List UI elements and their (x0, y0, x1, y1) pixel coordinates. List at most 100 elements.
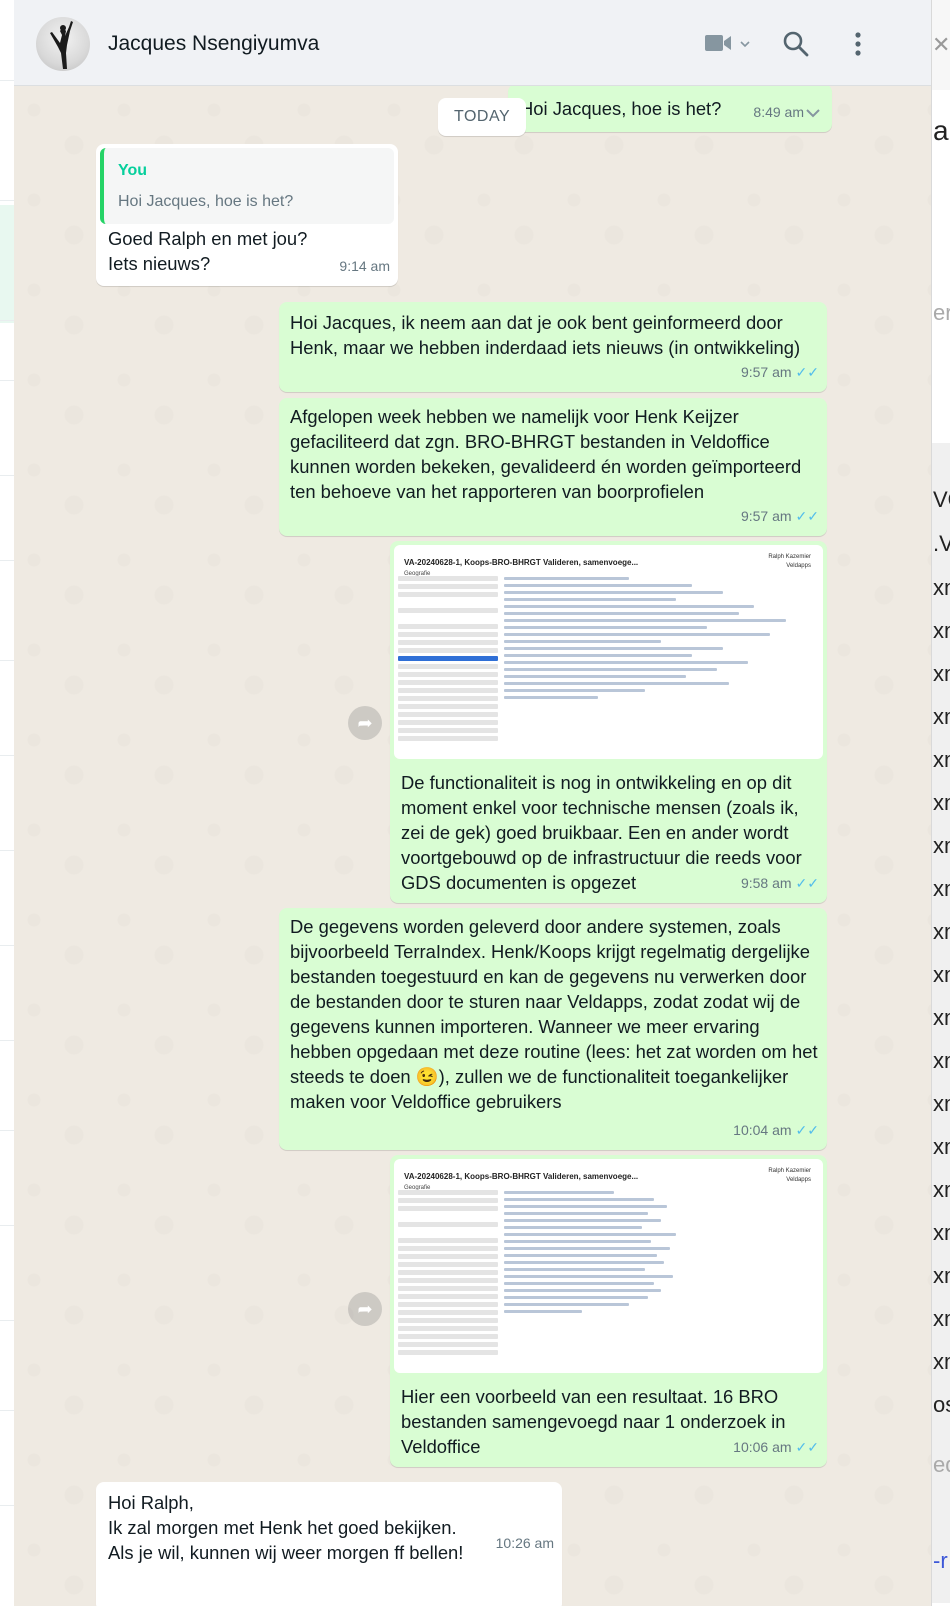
video-call-icon[interactable] (704, 32, 732, 59)
panel-fragment: xm (933, 704, 950, 729)
divider (0, 320, 14, 321)
message-incoming[interactable]: Hoi Ralph, Ik zal morgen met Henk het go… (96, 1482, 562, 1606)
image-user-name: Ralph Kazemier (768, 1168, 811, 1174)
chat-header: Jacques Nsengiyumva (14, 0, 931, 86)
divider (0, 945, 14, 946)
divider (0, 660, 14, 661)
image-title: VA-20240628-1, Koops-BRO-BHRGT Valideren… (404, 558, 639, 567)
message-outgoing[interactable]: Hoi Jacques, hoe is het? 8:49 am (508, 84, 832, 132)
message-time: 10:04 am ✓✓ (733, 1118, 819, 1143)
panel-fragment: xm (933, 661, 950, 686)
message-timestamp: 9:57 am (740, 508, 792, 524)
panel-fragment: xm (933, 790, 950, 815)
image-sidebar (398, 1187, 498, 1365)
divider (0, 380, 14, 381)
image-user: Ralph Kazemier Veldapps (768, 1167, 811, 1185)
message-incoming[interactable]: You Hoi Jacques, hoe is het? Goed Ralph … (96, 144, 398, 286)
panel-fragment: xm (933, 618, 950, 643)
menu-icon[interactable] (854, 30, 862, 63)
image-thumbnail[interactable]: VA-20240628-1, Koops-BRO-BHRGT Valideren… (394, 1159, 823, 1373)
message-time: 9:57 am ✓✓ (741, 360, 819, 385)
image-sidebar (398, 573, 498, 751)
panel-fragment: .V (933, 531, 950, 556)
quoted-message[interactable]: You Hoi Jacques, hoe is het? (100, 148, 394, 224)
left-sidebar-strip (0, 0, 15, 1606)
divider (0, 755, 14, 756)
divider (0, 475, 14, 476)
panel-fragment: xm (933, 876, 950, 901)
read-ticks-icon: ✓✓ (795, 364, 819, 380)
panel-fragment: xm (933, 962, 950, 987)
panel-fragment[interactable]: -r (933, 1548, 948, 1574)
divider (0, 200, 14, 201)
panel-fragment: ed (933, 1452, 950, 1477)
message-text: Goed Ralph en met jou? Iets nieuws? (108, 228, 308, 274)
panel-fragment: xm (933, 1306, 950, 1331)
message-time: 10:26 am (496, 1531, 554, 1556)
person-silhouette-icon (50, 21, 73, 69)
divider (0, 1505, 14, 1506)
read-ticks-icon: ✓✓ (795, 1122, 819, 1138)
close-icon[interactable]: ✕ (932, 32, 950, 58)
image-org: Veldapps (786, 1177, 811, 1183)
panel-fragment: er (933, 300, 950, 325)
divider (0, 1410, 14, 1411)
panel-fragment: xm (933, 919, 950, 944)
forward-icon[interactable]: ➦ (348, 1292, 382, 1326)
image-user: Ralph Kazemier Veldapps (768, 553, 811, 571)
message-timestamp: 9:14 am (339, 258, 390, 274)
message-time: 9:58 am ✓✓ (741, 871, 819, 896)
panel-fragment: os (933, 1392, 950, 1417)
message-text: Hoi Ralph, Ik zal morgen met Henk het go… (108, 1492, 464, 1563)
message-outgoing[interactable]: De gegevens worden geleverd door andere … (279, 908, 827, 1150)
panel-fragment: xm (933, 1177, 950, 1202)
selected-chat-highlight (0, 205, 14, 323)
forward-icon[interactable]: ➦ (348, 706, 382, 740)
message-outgoing[interactable]: Afgelopen week hebben we namelijk voor H… (279, 398, 827, 536)
message-text: De gegevens worden geleverd door andere … (290, 916, 818, 1112)
chat-pane: Jacques Nsengiyumva TODAY Hoi Jacques, h… (14, 0, 931, 1606)
read-ticks-icon: ✓✓ (795, 508, 819, 524)
message-timestamp: 9:57 am (740, 364, 792, 380)
divider (0, 80, 14, 81)
panel-fragment: ar (933, 115, 950, 146)
panel-fragment: xm (933, 1048, 950, 1073)
divider (0, 1130, 14, 1131)
message-timestamp: 10:06 am (733, 1439, 792, 1455)
panel-fragment: xm (933, 1263, 950, 1288)
search-icon[interactable] (782, 30, 810, 63)
message-time: 9:57 am ✓✓ (741, 504, 819, 529)
panel-fragment: xm (933, 1220, 950, 1245)
image-org: Veldapps (786, 563, 811, 569)
message-time: 9:14 am (339, 254, 390, 279)
panel-fragment: xm (933, 1349, 950, 1374)
read-ticks-icon: ✓✓ (795, 1439, 819, 1455)
panel-fragment: xm (933, 833, 950, 858)
chevron-down-icon[interactable] (804, 100, 822, 125)
image-user-name: Ralph Kazemier (768, 554, 811, 560)
image-title: VA-20240628-1, Koops-BRO-BHRGT Valideren… (404, 1172, 639, 1181)
message-text: Hoi Jacques, ik neem aan dat je ook bent… (290, 312, 801, 358)
message-timestamp: 10:04 am (733, 1122, 792, 1138)
contact-name[interactable]: Jacques Nsengiyumva (108, 32, 319, 56)
message-text: Afgelopen week hebben we namelijk voor H… (290, 406, 802, 502)
divider (0, 850, 14, 851)
message-timestamp: 8:49 am (753, 104, 804, 120)
message-timestamp: 9:58 am (740, 875, 792, 891)
message-time: 8:49 am (753, 100, 804, 125)
image-code-view (504, 1187, 817, 1365)
quote-author: You (118, 162, 148, 179)
avatar[interactable] (36, 17, 90, 71)
divider (0, 1040, 14, 1041)
panel-fragment: xm (933, 1134, 950, 1159)
message-timestamp: 10:26 am (495, 1535, 554, 1551)
message-outgoing[interactable]: Hoi Jacques, ik neem aan dat je ook bent… (279, 302, 827, 392)
divider (0, 560, 14, 561)
date-divider: TODAY (438, 98, 527, 136)
image-thumbnail[interactable]: VA-20240628-1, Koops-BRO-BHRGT Valideren… (394, 545, 823, 759)
divider (0, 1320, 14, 1321)
image-code-view (504, 573, 817, 751)
message-outgoing-image[interactable]: VA-20240628-1, Koops-BRO-BHRGT Valideren… (390, 1155, 827, 1467)
message-outgoing-image[interactable]: VA-20240628-1, Koops-BRO-BHRGT Valideren… (390, 541, 827, 903)
chevron-down-icon[interactable] (739, 36, 751, 54)
